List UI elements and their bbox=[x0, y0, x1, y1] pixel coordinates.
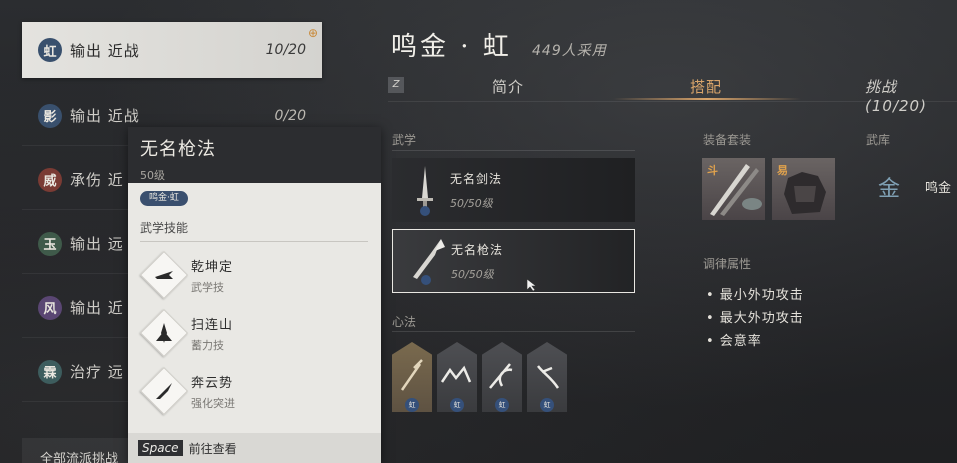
equip-set-weapons[interactable]: 斗 bbox=[702, 158, 765, 220]
divider bbox=[140, 241, 368, 242]
space-key: Space bbox=[138, 440, 183, 456]
heart-heading: 心法 bbox=[392, 315, 417, 329]
martial-card-spear[interactable]: 无名枪法 50/50级 bbox=[392, 229, 635, 293]
armory-name[interactable]: 鸣金 bbox=[925, 177, 951, 196]
target-icon: ⊕ bbox=[307, 26, 318, 40]
martial-card-sword[interactable]: 无名剑法 50/50级 bbox=[392, 158, 635, 222]
skill-name: 奔云势 bbox=[191, 375, 234, 391]
mouse-cursor-icon bbox=[526, 277, 538, 296]
z-key-hint: Z bbox=[388, 77, 404, 93]
tooltip-level: 50级 bbox=[140, 169, 165, 182]
build-label: 输出 远 bbox=[70, 235, 124, 253]
divider bbox=[392, 150, 635, 151]
equip-heading: 装备套装 bbox=[703, 133, 752, 147]
build-label: 承伤 近 bbox=[70, 171, 124, 189]
heart-badge: 虹 bbox=[450, 398, 464, 412]
martial-heading: 武学 bbox=[392, 133, 417, 147]
build-badge: 影 bbox=[38, 103, 62, 128]
build-badge: 霖 bbox=[38, 359, 62, 384]
school-tag: 鸣金·虹 bbox=[140, 191, 188, 206]
build-label: 输出 近 bbox=[70, 299, 124, 317]
view-details-label: 前往查看 bbox=[188, 441, 237, 456]
skill-item[interactable]: 奔云势 强化突进 bbox=[139, 366, 370, 416]
attribute-item: • 最小外功攻击 bbox=[706, 288, 804, 303]
attributes-heading: 调律属性 bbox=[703, 257, 752, 271]
skill-name: 乾坤定 bbox=[191, 259, 234, 275]
spear-dash-icon bbox=[139, 366, 189, 416]
tab-bar: Z 简介 搭配 挑战(10/20) bbox=[388, 74, 957, 115]
spear-icon bbox=[401, 233, 451, 289]
tab-challenge[interactable]: 挑战(10/20) bbox=[865, 76, 957, 115]
equip-set-armor[interactable]: 易 bbox=[772, 158, 835, 220]
tab-intro[interactable]: 简介 bbox=[492, 76, 524, 97]
page-title: 鸣金 · 虹 bbox=[391, 32, 512, 62]
skill-item[interactable]: 扫连山 蓄力技 bbox=[139, 308, 370, 358]
build-count: 0/20 bbox=[274, 107, 306, 124]
build-badge: 虹 bbox=[38, 38, 62, 62]
set-tag: 斗 bbox=[707, 164, 718, 177]
martial-level: 50/50级 bbox=[450, 196, 493, 210]
build-label: 输出 近战 bbox=[70, 41, 140, 60]
adoption-count: 449人采用 bbox=[532, 43, 607, 59]
sword-icon bbox=[400, 162, 450, 218]
heart-method-icons bbox=[400, 359, 560, 391]
skills-heading: 武学技能 bbox=[140, 221, 189, 235]
martial-name: 无名枪法 bbox=[451, 242, 504, 257]
build-badge: 玉 bbox=[38, 231, 62, 256]
build-item-hong[interactable]: 虹 输出 近战 10/20 ⊕ bbox=[22, 22, 322, 78]
spear-burst-icon bbox=[139, 308, 189, 358]
build-label: 输出 近战 bbox=[70, 107, 140, 125]
tab-loadout[interactable]: 搭配 bbox=[690, 76, 722, 97]
martial-tooltip: 无名枪法 50级 鸣金·虹 武学技能 乾坤定 武学技 扫连山 蓄力技 奔云势 强… bbox=[128, 127, 381, 463]
skill-type: 蓄力技 bbox=[191, 338, 224, 352]
armory-gold-icon: 金 bbox=[878, 177, 901, 202]
set-tag: 易 bbox=[777, 164, 788, 177]
spear-strike-icon bbox=[139, 250, 189, 300]
tooltip-title: 无名枪法 bbox=[140, 139, 216, 160]
attribute-item: • 最大外功攻击 bbox=[706, 311, 804, 326]
heart-badge: 虹 bbox=[405, 398, 419, 412]
skill-type: 武学技 bbox=[191, 280, 224, 294]
divider bbox=[388, 101, 957, 102]
tooltip-header: 无名枪法 50级 bbox=[128, 127, 381, 183]
martial-level: 50/50级 bbox=[451, 267, 494, 281]
heart-badge: 虹 bbox=[540, 398, 554, 412]
skill-type: 强化突进 bbox=[191, 396, 235, 410]
all-builds-challenge-button[interactable]: 全部流派挑战 bbox=[22, 438, 132, 463]
attribute-item: • 会意率 bbox=[706, 334, 762, 349]
view-details-button[interactable]: Space 前往查看 bbox=[128, 433, 381, 463]
divider bbox=[392, 331, 635, 332]
armory-heading: 武库 bbox=[866, 133, 891, 147]
martial-name: 无名剑法 bbox=[450, 171, 503, 186]
build-label: 治疗 远 bbox=[70, 363, 124, 381]
skill-name: 扫连山 bbox=[191, 317, 234, 333]
build-badge: 威 bbox=[38, 167, 62, 192]
heart-badge: 虹 bbox=[495, 398, 509, 412]
build-count: 10/20 bbox=[265, 42, 306, 58]
skill-item[interactable]: 乾坤定 武学技 bbox=[139, 250, 370, 300]
build-badge: 风 bbox=[38, 295, 62, 320]
active-tab-indicator bbox=[613, 98, 801, 100]
